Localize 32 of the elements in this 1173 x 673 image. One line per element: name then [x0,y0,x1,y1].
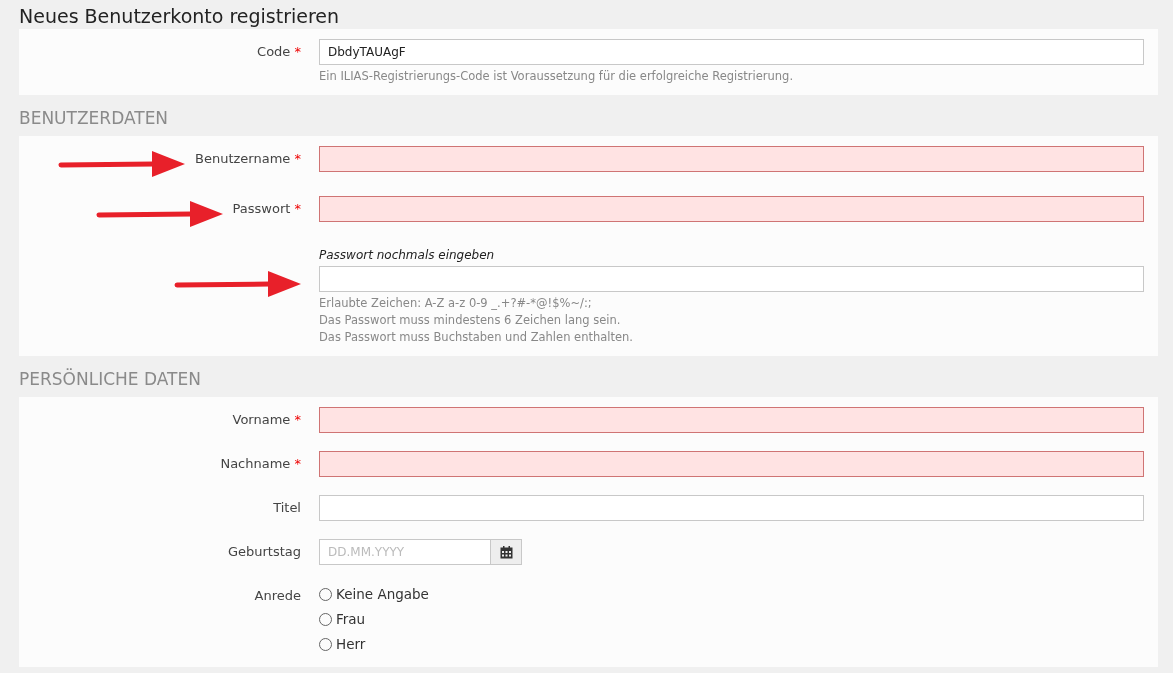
radio-label[interactable]: Frau [336,607,366,632]
date-field[interactable]: DD.MM.YYYY [319,539,491,565]
field-label: Vorname [232,412,291,427]
required-marker: * [294,201,301,216]
radio-label[interactable]: Herr [336,632,366,657]
section-heading: PERSÖNLICHE DATEN [19,368,202,390]
field-label: Titel [273,500,301,515]
calendar-button[interactable] [491,539,522,565]
field-label: Geburtstag [227,544,301,559]
required-marker: * [294,151,301,166]
page-title: Neues Benutzerkonto registrieren [19,4,341,29]
field-label: Passwort [232,201,291,216]
input-field[interactable]: DbdyTAUAgF [319,39,1144,65]
required-marker: * [294,44,301,59]
input-field[interactable] [319,146,1144,172]
input-field[interactable] [319,407,1144,433]
help-text: Erlaubte Zeichen: A-Z a-z 0-9 _.+?#-*@!$%~/:; Das Passwort muss mindestens 6 Zeichen lang sein. Das Passwort muss Buchstaben und Zahlen enthalten. [319,295,634,346]
required-marker: * [294,412,301,427]
field-label: Nachname [220,456,291,471]
input-field[interactable] [319,266,1144,292]
required-marker: * [294,456,301,471]
calendar-icon [499,545,513,559]
help-text: Ein ILIAS-Registrierungs-Code ist Voraussetzung für die erfolgreiche Registrierung. [319,68,795,85]
section-heading: BENUTZERDATEN [19,107,170,129]
field-label: Benutzername [195,151,291,166]
input-field[interactable] [319,196,1144,222]
field-label: Anrede [254,588,301,603]
field-label: Passwort nochmals eingeben [319,247,496,264]
input-field[interactable] [319,495,1144,521]
field-label: Code [257,44,291,59]
radio-label[interactable]: Keine Angabe [336,582,429,607]
input-field[interactable] [319,451,1144,477]
